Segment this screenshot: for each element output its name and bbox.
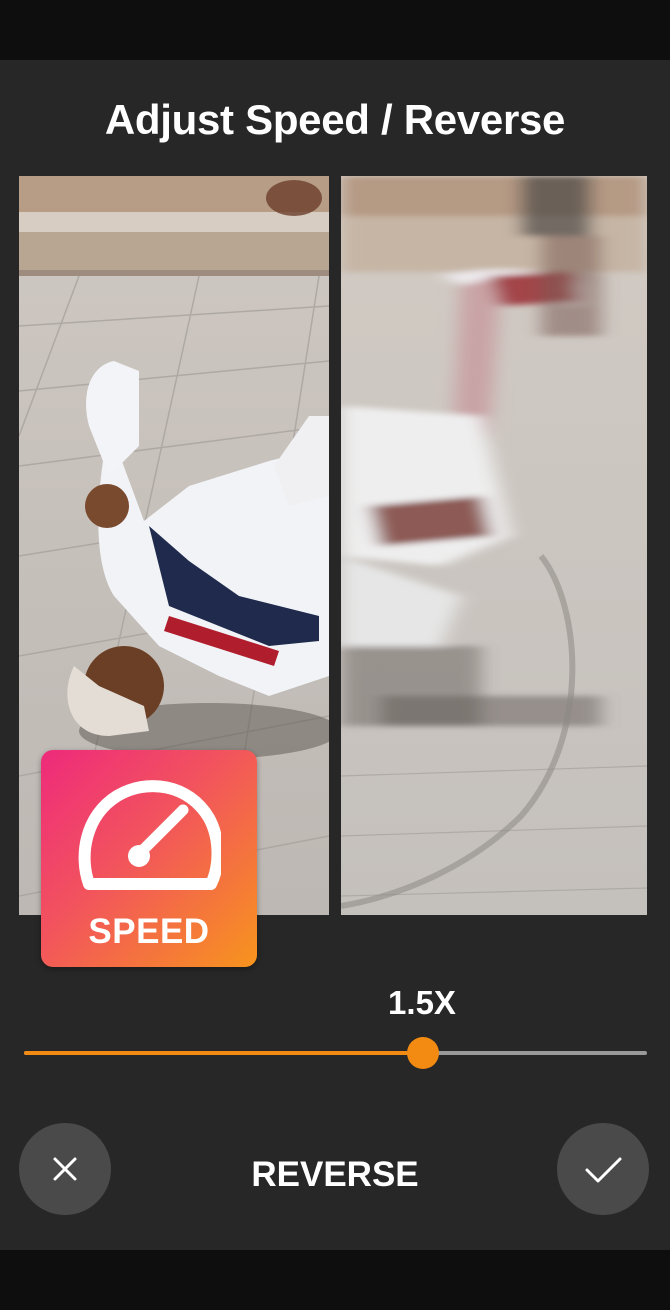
reverse-button[interactable]: REVERSE [200, 1150, 470, 1200]
cancel-button[interactable] [19, 1123, 111, 1215]
navigation-bar [0, 1250, 670, 1310]
checkmark-icon [585, 1157, 622, 1183]
speed-slider[interactable] [24, 1036, 647, 1070]
speed-badge-label: SPEED [88, 912, 210, 951]
speed-value-label: 1.5X [388, 984, 456, 1021]
speedometer-icon [78, 780, 221, 890]
slider-fill [24, 1051, 423, 1055]
close-icon [53, 1157, 77, 1181]
page-title: Adjust Speed / Reverse [104, 96, 566, 143]
confirm-button[interactable] [557, 1123, 649, 1215]
slider-thumb[interactable] [407, 1037, 439, 1069]
status-bar [0, 0, 670, 60]
preview-image-speed [341, 176, 647, 915]
speed-badge: SPEED [41, 750, 257, 967]
speed-reverse-screen: Adjust Speed / Reverse SPEED 1.5X REVERS… [0, 0, 670, 1310]
